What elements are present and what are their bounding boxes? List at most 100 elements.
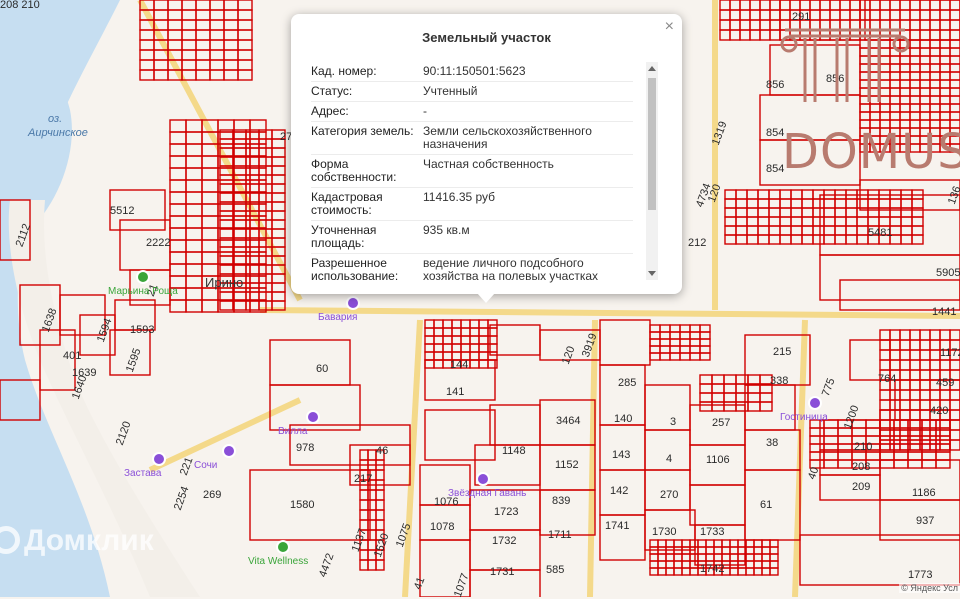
logo-text: DOMUS [782, 124, 960, 180]
parcel-number[interactable]: 338 [770, 376, 788, 387]
parcel-number[interactable]: 142 [610, 486, 628, 497]
parcel-number[interactable]: 140 [614, 414, 632, 425]
parcel-number[interactable]: 1580 [290, 500, 314, 511]
parcel-number[interactable]: 5905 [936, 268, 960, 279]
parcel-number[interactable]: 1741 [605, 521, 629, 532]
parcel-number[interactable]: 585 [546, 565, 564, 576]
parcel-number[interactable]: 141 [446, 387, 464, 398]
parcel-number[interactable]: 38 [766, 438, 778, 449]
parcel-number[interactable]: 269 [203, 490, 221, 501]
info-value[interactable]: - [423, 105, 633, 118]
info-value[interactable]: 935 кв.м [423, 224, 633, 250]
parcel-number[interactable]: 3464 [556, 416, 580, 427]
parcel-number[interactable]: 270 [660, 490, 678, 501]
popup-title: Земельный участок [422, 30, 551, 45]
poi-label[interactable]: Звёздная Гавань [448, 488, 526, 499]
info-row: Категория земель: Земли сельскохозяйствен… [311, 122, 633, 155]
info-row: Форма собственности: Частная собственност… [311, 155, 633, 188]
parcel-number[interactable]: 210 [854, 442, 872, 453]
domclick-watermark: Домклик [0, 524, 154, 558]
parcel-number[interactable]: 60 [316, 364, 328, 375]
parcel-number[interactable]: 420 [930, 406, 948, 417]
parcel-number[interactable]: 937 [916, 516, 934, 527]
info-key: Разрешенное использование: [311, 256, 399, 283]
info-row: Статус: Учтенный [311, 82, 633, 102]
poi-label[interactable]: Сочи [194, 460, 217, 471]
parcel-number[interactable]: 1172 [940, 348, 960, 359]
poi-marker-icon[interactable] [808, 396, 822, 410]
info-row: Уточненная площадь: 935 кв.м [311, 221, 633, 254]
parcel-number[interactable]: 978 [296, 443, 314, 454]
parcel-number[interactable]: 1593 [130, 325, 154, 336]
popup-scrollbar[interactable] [646, 62, 658, 280]
scroll-up-icon[interactable] [648, 66, 656, 71]
info-value[interactable]: 11416.35 руб [423, 191, 633, 217]
poi-marker-icon[interactable] [136, 270, 150, 284]
poi-label[interactable]: Вилла [278, 426, 308, 437]
parcel-number[interactable]: 208 [852, 462, 870, 473]
parcel-number[interactable]: 1078 [430, 522, 454, 533]
domclick-logo-icon [0, 526, 20, 554]
poi-marker-icon[interactable] [152, 452, 166, 466]
parcel-number[interactable]: 2222 [146, 238, 170, 249]
parcel-number[interactable]: 4 [666, 454, 672, 465]
parcel-number[interactable]: 257 [712, 418, 730, 429]
info-value[interactable]: Частная собственность [423, 158, 633, 184]
parcel-number[interactable]: 1148 [502, 446, 526, 457]
parcel-number[interactable]: 3 [670, 417, 676, 428]
parcel-number[interactable]: 1731 [490, 567, 514, 578]
parcel-number[interactable]: 209 [852, 482, 870, 493]
info-row: Адрес: - [311, 102, 633, 122]
parcel-number[interactable]: 208 210 [0, 0, 40, 11]
poi-marker-icon[interactable] [222, 444, 236, 458]
parcel-number[interactable]: 285 [618, 378, 636, 389]
parcel-number[interactable]: 61 [760, 500, 772, 511]
scroll-thumb[interactable] [648, 78, 656, 210]
parcel-number[interactable]: 459 [936, 378, 954, 389]
info-value[interactable]: ведение личного подсобного хозяйства на … [423, 257, 633, 283]
info-key: Категория земель: [311, 124, 414, 138]
parcel-number[interactable]: 217 [354, 474, 372, 485]
parcel-number[interactable]: 46 [376, 446, 388, 457]
svg-text:Аирчинское: Аирчинское [27, 127, 88, 139]
parcel-number[interactable]: 1441 [932, 307, 956, 318]
parcel-number[interactable]: 1742 [700, 564, 724, 575]
map-attribution[interactable]: © Яндекс Усл [899, 583, 960, 593]
parcel-number[interactable]: 401 [63, 351, 81, 362]
parcel-number[interactable]: 1732 [492, 536, 516, 547]
parcel-number[interactable]: 215 [773, 347, 791, 358]
info-row: Разрешенное использование: ведение личног… [311, 254, 633, 286]
info-value[interactable]: Учтенный [423, 85, 633, 98]
parcel-number[interactable]: 764 [878, 374, 896, 385]
info-value[interactable]: 90:11:150501:5623 [423, 65, 633, 78]
poi-marker-icon[interactable] [276, 540, 290, 554]
parcel-number[interactable]: 1152 [555, 460, 579, 471]
parcel-number[interactable]: 5481 [868, 228, 892, 239]
info-row: Кадастровая стоимость: 11416.35 руб [311, 188, 633, 221]
poi-label[interactable]: Vita Wellness [248, 556, 308, 567]
parcel-number[interactable]: 144 [450, 360, 468, 371]
parcel-number[interactable]: 1773 [908, 570, 932, 581]
parcel-number[interactable]: 5512 [110, 206, 134, 217]
poi-label[interactable]: Бавария [318, 312, 357, 323]
parcel-number[interactable]: 1730 [652, 527, 676, 538]
poi-label[interactable]: Гостиница [780, 412, 828, 423]
parcel-number[interactable]: 1733 [700, 527, 724, 538]
scroll-down-icon[interactable] [648, 271, 656, 276]
parcel-number[interactable]: 839 [552, 496, 570, 507]
parcel-number[interactable]: 1186 [912, 488, 936, 499]
poi-marker-icon[interactable] [346, 296, 360, 310]
parcel-number[interactable]: 1723 [494, 507, 518, 518]
settlement-label: Ирино [205, 275, 244, 290]
poi-marker-icon[interactable] [306, 410, 320, 424]
parcel-number[interactable]: 143 [612, 450, 630, 461]
poi-marker-icon[interactable] [476, 472, 490, 486]
close-icon[interactable]: × [665, 18, 674, 36]
parcel-number[interactable]: 1711 [548, 530, 572, 541]
poi-label[interactable]: Марьина Роща [108, 286, 178, 297]
parcel-number[interactable]: 1106 [706, 455, 730, 466]
info-value[interactable]: Земли сельскохозяйственного назначения [423, 125, 633, 151]
info-row: Кад. номер: 90:11:150501:5623 [311, 62, 633, 82]
parcel-number[interactable]: 212 [688, 238, 706, 249]
poi-label[interactable]: Застава [124, 468, 161, 479]
